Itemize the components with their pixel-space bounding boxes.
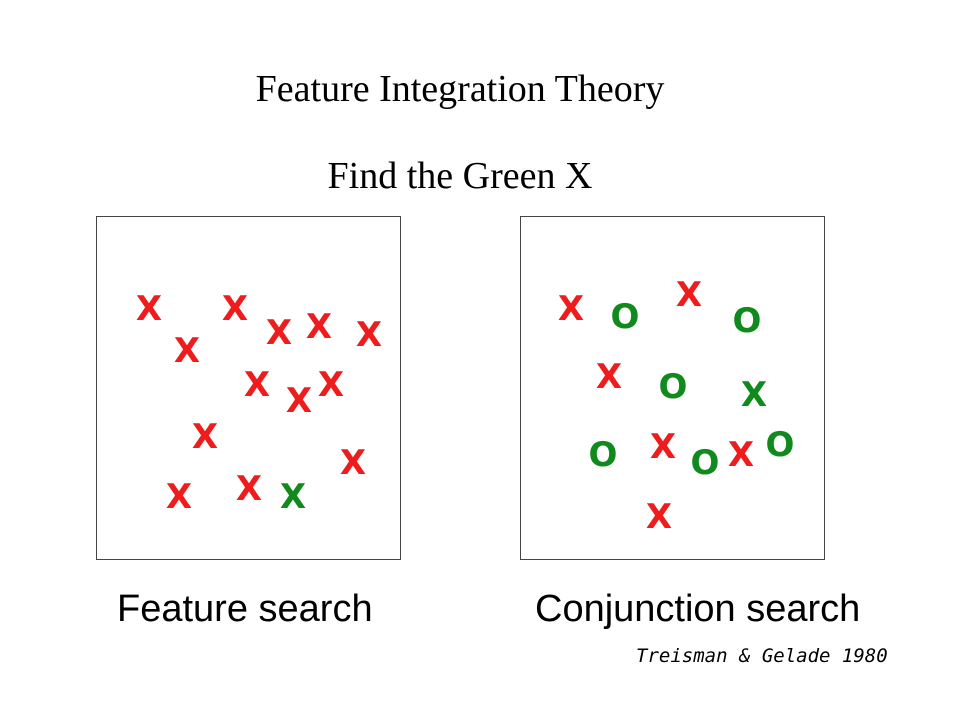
feature-stimulus: X	[191, 417, 219, 457]
conjunction-stimulus: O	[588, 435, 618, 475]
conjunction-stimulus: O	[765, 425, 795, 465]
feature-stimulus: X	[265, 313, 293, 353]
citation: Treisman & Gelade 1980	[636, 645, 888, 667]
conjunction-stimulus: X	[595, 357, 623, 397]
conjunction-search-panel: X O X O X O X O X O X O X	[520, 216, 825, 560]
conjunction-stimulus: X	[557, 289, 585, 329]
feature-stimulus: X	[243, 365, 271, 405]
conjunction-stimulus: X	[675, 275, 703, 315]
feature-search-caption: Feature search	[117, 588, 373, 630]
conjunction-search-caption: Conjunction search	[535, 588, 861, 630]
feature-search-panel: X X X X X X X X X X X X X X	[96, 216, 401, 560]
conjunction-stimulus: X	[645, 497, 673, 537]
conjunction-stimulus: O	[732, 301, 762, 341]
feature-stimulus: X	[305, 307, 333, 347]
feature-stimulus: X	[355, 315, 383, 355]
conjunction-stimulus: O	[690, 443, 720, 483]
feature-stimulus: X	[285, 381, 313, 421]
main-title: Feature Integration Theory	[255, 68, 665, 110]
feature-stimulus: X	[339, 443, 367, 483]
feature-stimulus: X	[317, 365, 345, 405]
conjunction-stimulus: X	[740, 375, 768, 415]
feature-stimulus: X	[235, 469, 263, 509]
conjunction-stimulus: O	[610, 297, 640, 337]
conjunction-stimulus: X	[727, 435, 755, 475]
feature-stimulus: X	[221, 289, 249, 329]
feature-stimulus: X	[135, 289, 163, 329]
sub-title: Find the Green X	[327, 155, 593, 197]
feature-stimulus: X	[165, 477, 193, 517]
feature-stimulus: X	[279, 477, 307, 517]
feature-stimulus: X	[173, 331, 201, 371]
conjunction-stimulus: X	[649, 427, 677, 467]
conjunction-stimulus: O	[658, 367, 688, 407]
